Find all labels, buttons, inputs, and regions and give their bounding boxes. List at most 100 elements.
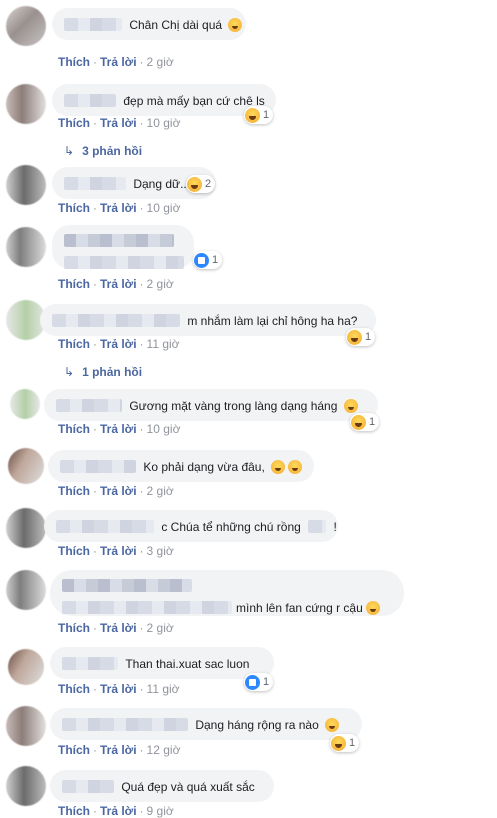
comment-bubble: Than thai.xuat sac luon (50, 647, 274, 679)
like-link[interactable]: Thích (58, 804, 90, 818)
reply-arrow-icon: ↳ (64, 144, 75, 158)
blurred-author[interactable] (62, 780, 114, 794)
comment-actions: Thích · Trả lời · 3 giờ (58, 544, 174, 558)
comment-text: m nhắm làm lại chỉ hông ha ha? (187, 313, 358, 328)
grin-emoji-icon (228, 17, 243, 32)
timestamp[interactable]: 10 giờ (147, 201, 181, 215)
comment-actions: Thích · Trả lời · 9 giờ (58, 804, 174, 818)
haha-reaction-icon (245, 107, 260, 123)
timestamp[interactable]: 2 giờ (147, 55, 174, 69)
like-link[interactable]: Thích (58, 484, 90, 498)
separator: · (139, 337, 144, 351)
comment-actions: Thích · Trả lời · 2 giờ (58, 621, 174, 635)
blurred-author[interactable] (62, 579, 192, 593)
reaction-number: 1 (263, 676, 270, 688)
blurred-text (308, 520, 327, 534)
like-link[interactable]: Thích (58, 743, 90, 757)
reply-link[interactable]: Trả lời (100, 544, 137, 558)
timestamp[interactable]: 2 giờ (147, 484, 174, 498)
like-link[interactable]: Thích (58, 277, 90, 291)
separator: · (139, 544, 144, 558)
comment-text: Dạng dữ.. (133, 176, 187, 191)
reply-link[interactable]: Trả lời (100, 422, 137, 436)
view-replies-link[interactable]: ↳ 3 phản hồi (64, 144, 142, 158)
blurred-author[interactable] (56, 520, 154, 534)
comment-actions: Thích · Trả lời · 2 giờ (58, 55, 174, 69)
reaction-count[interactable]: 2 (186, 175, 216, 193)
separator: · (139, 422, 144, 436)
separator: · (93, 743, 97, 757)
avatar[interactable] (6, 165, 46, 205)
comment-bubble: Quá đẹp và quá xuất sắc (50, 770, 274, 802)
reaction-count[interactable]: 1 (350, 413, 380, 431)
avatar[interactable] (6, 84, 46, 124)
timestamp[interactable]: 2 giờ (147, 277, 174, 291)
comment-text: Chân Chị dài quá (129, 17, 223, 32)
comment-text-end: ! (333, 519, 337, 534)
reply-link[interactable]: Trả lời (100, 621, 137, 635)
blurred-author[interactable] (56, 399, 122, 413)
avatar[interactable] (8, 649, 44, 685)
like-link[interactable]: Thích (58, 621, 90, 635)
blurred-author[interactable] (64, 94, 116, 108)
separator: · (93, 484, 97, 498)
separator: · (93, 201, 97, 215)
separator: · (93, 804, 97, 818)
blurred-author[interactable] (62, 657, 118, 671)
like-link[interactable]: Thích (58, 544, 90, 558)
avatar[interactable] (8, 448, 44, 484)
timestamp[interactable]: 12 giờ (147, 743, 181, 757)
timestamp[interactable]: 9 giờ (147, 804, 174, 818)
avatar[interactable] (6, 508, 46, 548)
timestamp[interactable]: 10 giờ (147, 116, 181, 130)
like-link[interactable]: Thích (58, 337, 90, 351)
reaction-count[interactable]: 1 (330, 734, 360, 752)
blurred-author[interactable] (64, 177, 126, 191)
haha-reaction-icon (331, 735, 346, 751)
like-link[interactable]: Thích (58, 422, 90, 436)
blurred-author[interactable] (64, 18, 122, 32)
blurred-author[interactable] (52, 314, 180, 328)
reply-link[interactable]: Trả lời (100, 337, 137, 351)
reaction-count[interactable]: 1 (244, 673, 274, 691)
comment-text: Quá đẹp và quá xuất sắc (121, 779, 255, 794)
reaction-count[interactable]: 1 (244, 106, 274, 124)
view-replies-link[interactable]: ↳ 1 phản hồi (64, 365, 142, 379)
timestamp[interactable]: 10 giờ (147, 422, 181, 436)
comment-bubble (52, 225, 194, 270)
timestamp[interactable]: 11 giờ (147, 337, 180, 351)
avatar[interactable] (6, 706, 46, 746)
comment-text: Gương mặt vàng trong làng dạng háng (129, 398, 338, 413)
haha-reaction-icon (351, 414, 366, 430)
timestamp[interactable]: 3 giờ (147, 544, 174, 558)
avatar[interactable] (6, 6, 46, 46)
avatar[interactable] (6, 227, 46, 267)
like-link[interactable]: Thích (58, 201, 90, 215)
reply-link[interactable]: Trả lời (100, 201, 137, 215)
reply-link[interactable]: Trả lời (100, 277, 137, 291)
reply-link[interactable]: Trả lời (100, 55, 137, 69)
reply-link[interactable]: Trả lời (100, 743, 137, 757)
blurred-author[interactable] (60, 460, 136, 474)
reply-link[interactable]: Trả lời (100, 804, 137, 818)
blurred-author[interactable] (62, 718, 188, 732)
like-link[interactable]: Thích (58, 55, 90, 69)
timestamp[interactable]: 2 giờ (147, 621, 174, 635)
separator: · (93, 682, 97, 696)
reply-link[interactable]: Trả lời (100, 116, 137, 130)
separator: · (93, 55, 97, 69)
avatar[interactable] (6, 766, 46, 806)
reaction-count[interactable]: 1 (346, 328, 376, 346)
avatar[interactable] (10, 389, 40, 419)
comment-text: c Chúa tể những chú rồng (161, 519, 301, 534)
avatar[interactable] (6, 570, 46, 610)
like-link[interactable]: Thích (58, 682, 90, 696)
reply-link[interactable]: Trả lời (100, 484, 137, 498)
reaction-count[interactable]: 1 (193, 251, 223, 269)
reply-link[interactable]: Trả lời (100, 682, 137, 696)
blurred-text (64, 256, 184, 270)
timestamp[interactable]: 11 giờ (147, 682, 180, 696)
blurred-author[interactable] (64, 234, 174, 248)
separator: · (139, 804, 144, 818)
like-link[interactable]: Thích (58, 116, 90, 130)
